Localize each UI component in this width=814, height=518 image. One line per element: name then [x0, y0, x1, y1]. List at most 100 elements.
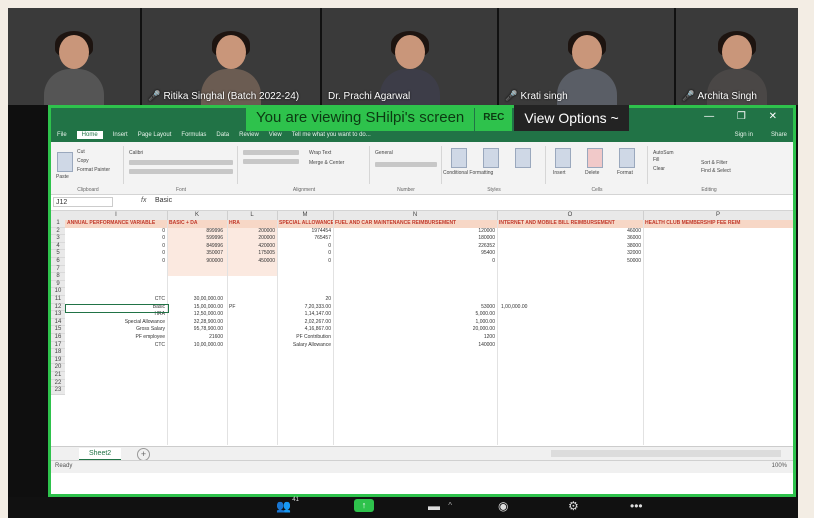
row-header[interactable]: 10	[51, 288, 65, 296]
row-header[interactable]: 14	[51, 318, 65, 327]
table-cell[interactable]: FUEL AND CAR MAINTENANCE REIMBURSEMENT	[335, 220, 495, 228]
table-cell[interactable]: 30,00,000.00	[169, 296, 223, 304]
table-cell[interactable]	[501, 319, 641, 327]
table-cell[interactable]: 200000	[229, 235, 275, 243]
cut-button[interactable]: Cut	[77, 149, 85, 155]
table-cell[interactable]: 450000	[229, 258, 275, 266]
table-cell[interactable]: 0	[279, 258, 331, 266]
table-cell[interactable]: PF employee	[67, 334, 165, 342]
indent-controls[interactable]	[243, 159, 299, 164]
participant-tile[interactable]	[8, 8, 140, 105]
table-cell[interactable]: 1,000.00	[335, 319, 495, 327]
table-cell[interactable]: CTC	[67, 296, 165, 304]
table-cell[interactable]: 0	[67, 250, 165, 258]
table-cell[interactable]: 1,14,147.00	[279, 311, 331, 319]
table-cell[interactable]: HEALTH CLUB MEMBERSHIP FEE REIM	[645, 220, 793, 228]
column-header[interactable]: O	[497, 211, 644, 220]
name-box[interactable]: J12	[53, 197, 113, 207]
chevron-up-icon[interactable]: ^	[448, 501, 452, 510]
column-header[interactable]: I	[65, 211, 168, 220]
table-cell[interactable]: 5,000.00	[335, 311, 495, 319]
view-options-button[interactable]: View Options ~	[514, 105, 629, 131]
table-cell[interactable]	[501, 311, 641, 319]
table-cell[interactable]: 0	[335, 258, 495, 266]
table-cell[interactable]: HRA	[229, 220, 275, 228]
tab-view[interactable]: View	[269, 132, 282, 138]
table-cell[interactable]: 4,16,867.00	[279, 326, 331, 334]
table-cell[interactable]: 21600	[169, 334, 223, 342]
table-cell[interactable]: 36000	[499, 235, 641, 243]
share-screen-button[interactable]: ↑	[354, 499, 374, 516]
table-cell[interactable]: BASIC + DA	[169, 220, 225, 228]
conditional-formatting-icon[interactable]	[451, 148, 467, 168]
fill-button[interactable]: Fill	[653, 157, 659, 163]
table-cell[interactable]: 1,00,000.00	[501, 304, 641, 312]
table-cell[interactable]: 95,78,900.00	[169, 326, 223, 334]
column-header[interactable]: P	[643, 211, 793, 220]
table-cell[interactable]	[229, 326, 275, 334]
table-cell[interactable]: 12,50,000.00	[169, 311, 223, 319]
table-cell[interactable]: 226352	[335, 243, 495, 251]
table-cell[interactable]: Special Allowance	[67, 319, 165, 327]
column-header[interactable]: K	[167, 211, 228, 220]
tab-page-layout[interactable]: Page Layout	[138, 132, 172, 138]
table-cell[interactable]: 120000	[335, 228, 495, 236]
row-header[interactable]: 13	[51, 311, 65, 319]
table-cell[interactable]	[335, 296, 495, 304]
table-cell[interactable]: 95400	[335, 250, 495, 258]
table-cell[interactable]: 20,000.00	[335, 326, 495, 334]
reactions-button[interactable]: ◉	[498, 499, 508, 516]
table-cell[interactable]: 350007	[169, 250, 223, 258]
table-cell[interactable]: INTERNET AND MOBILE BILL REIMBURSEMENT	[499, 220, 643, 228]
paste-icon[interactable]	[57, 152, 73, 172]
row-header[interactable]: 12	[51, 303, 65, 312]
table-cell[interactable]: ANNUAL PERFORMANCE VARIABLE	[67, 220, 167, 228]
table-cell[interactable]: 140000	[335, 342, 495, 350]
find-select-button[interactable]: Find & Select	[701, 168, 731, 174]
tab-formulas[interactable]: Formulas	[181, 132, 206, 138]
align-controls[interactable]	[243, 150, 299, 155]
tab-home[interactable]: Home	[76, 131, 103, 139]
row-header[interactable]: 22	[51, 379, 65, 388]
column-header[interactable]: N	[333, 211, 498, 220]
table-cell[interactable]: CTC	[67, 342, 165, 350]
delete-cells-icon[interactable]	[587, 148, 603, 168]
table-cell[interactable]: 50000	[499, 258, 641, 266]
column-header[interactable]: M	[277, 211, 334, 220]
table-cell[interactable]: Salary Allowance	[279, 342, 331, 350]
settings-button[interactable]: ⚙	[568, 499, 579, 516]
table-cell[interactable]: 20	[279, 296, 331, 304]
table-cell[interactable]: 2,02,267.00	[279, 319, 331, 327]
table-cell[interactable]: PF Contribution	[279, 334, 331, 342]
fx-icon[interactable]: fx	[141, 197, 146, 204]
table-cell[interactable]	[501, 326, 641, 334]
tab-insert[interactable]: Insert	[113, 132, 128, 138]
tell-me-box[interactable]: Tell me what you want to do...	[292, 132, 371, 138]
number-format-select[interactable]: General	[375, 150, 393, 156]
copy-button[interactable]: Copy	[77, 158, 89, 164]
format-table-icon[interactable]	[483, 148, 499, 168]
row-header[interactable]: 18	[51, 349, 65, 357]
row-header[interactable]: 19	[51, 356, 65, 365]
table-cell[interactable]: 175005	[229, 250, 275, 258]
wrap-text-button[interactable]: Wrap Text	[309, 150, 331, 156]
tab-file[interactable]: File	[57, 132, 67, 138]
table-cell[interactable]	[501, 334, 641, 342]
clear-button[interactable]: Clear	[653, 166, 665, 172]
table-cell[interactable]	[229, 319, 275, 327]
participant-tile[interactable]: 🎤 Ritika Singhal (Batch 2022-24)	[142, 8, 320, 105]
table-cell[interactable]: SPECIAL ALLOWANCE	[279, 220, 333, 228]
row-header[interactable]: 1	[51, 220, 65, 228]
table-cell[interactable]: 765457	[279, 235, 331, 243]
table-cell[interactable]	[229, 296, 275, 304]
table-cell[interactable]: 849996	[169, 243, 223, 251]
table-cell[interactable]	[229, 334, 275, 342]
table-cell[interactable]: 599996	[169, 235, 223, 243]
participant-tile[interactable]: Dr. Prachi Agarwal	[322, 8, 497, 105]
participant-tile[interactable]: 🎤 Krati singh	[499, 8, 674, 105]
spreadsheet-grid[interactable]: IKLMNOP 1 2 3 4 5 6 7 8 9 10 11 12 13 14 15 16 17 18 19 20 2…	[51, 211, 793, 445]
table-cell[interactable]: 32000	[499, 250, 641, 258]
table-cell[interactable]: 46000	[499, 228, 641, 236]
selected-cell[interactable]	[65, 303, 169, 314]
table-cell[interactable]: 900000	[169, 258, 223, 266]
